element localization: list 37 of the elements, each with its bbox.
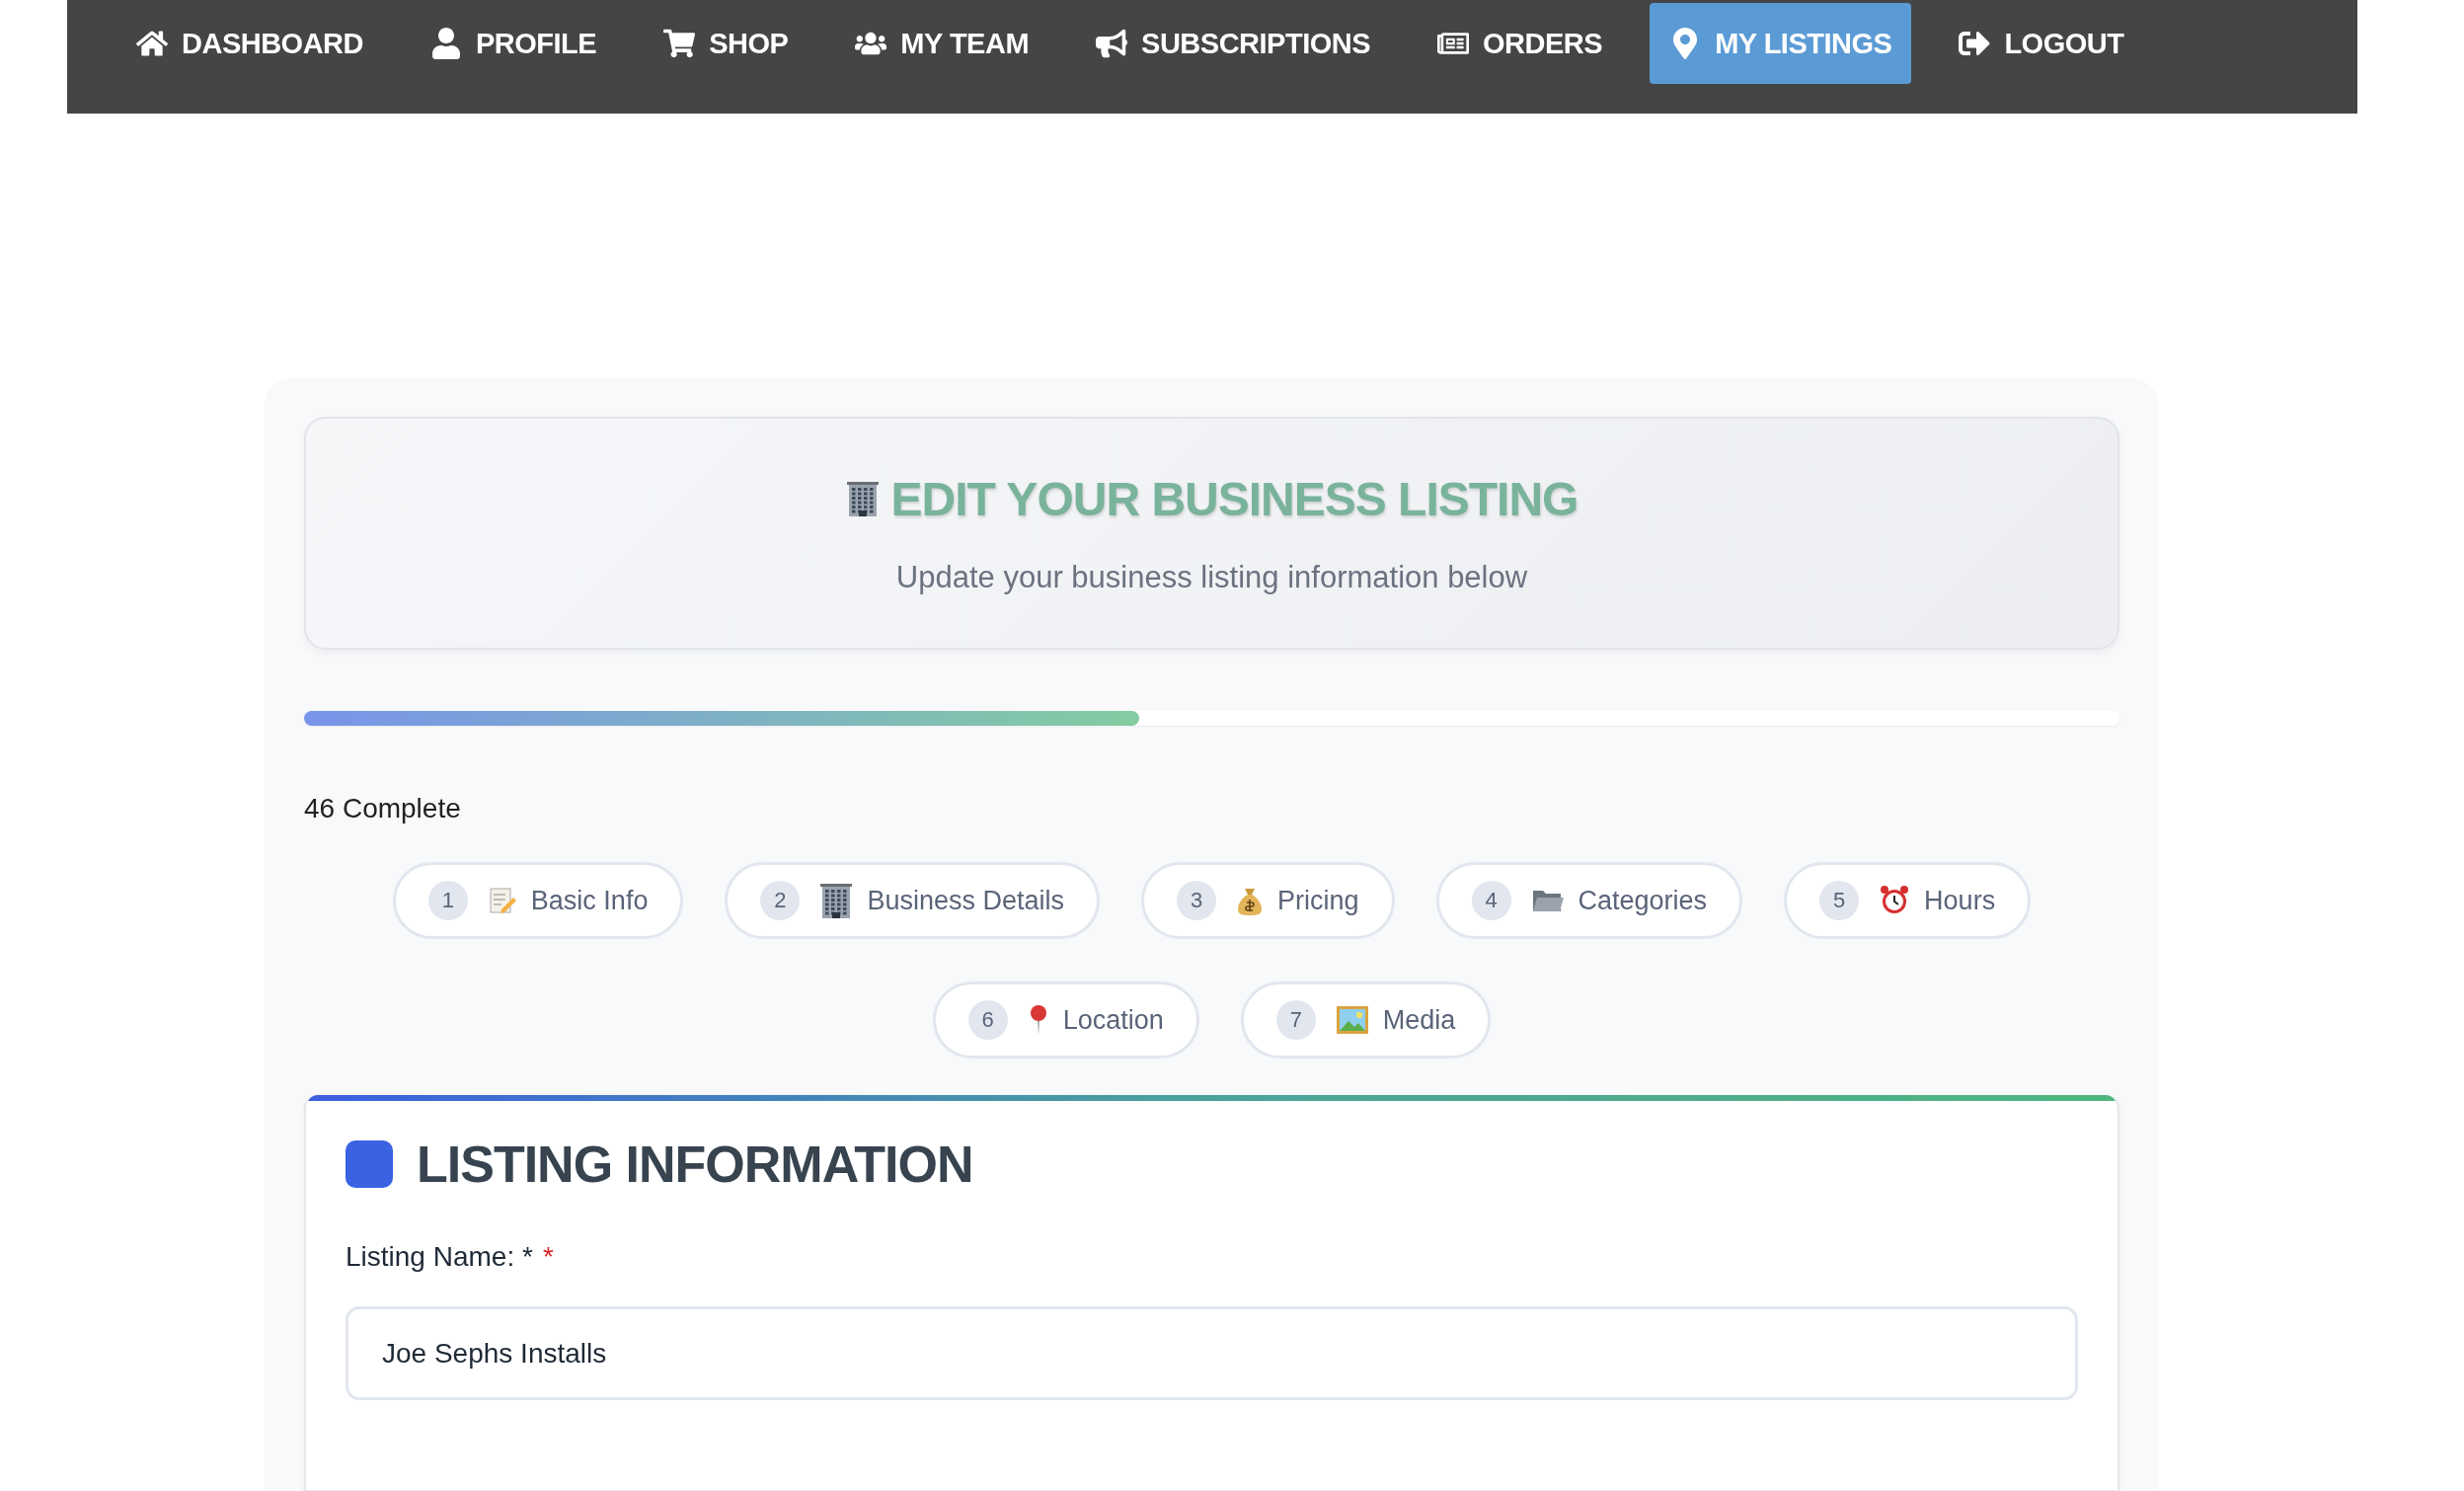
listing-name-field[interactable]: Joe Sephs Installs [346,1306,2078,1400]
step-tab[interactable]: 6 Location [932,981,1199,1059]
cart-icon [663,28,696,59]
step-tab[interactable]: 7 Media [1240,981,1492,1059]
nav-tab[interactable]: DASHBOARD [116,3,383,84]
step-number: 6 [967,1000,1008,1040]
step-number: 5 [1819,881,1860,920]
nav-tab[interactable]: PROFILE [411,3,617,84]
framed-picture-icon [1335,1005,1369,1035]
nav-tab[interactable]: SUBSCRIPTIONS [1076,3,1391,84]
required-mark: * [542,1241,554,1272]
step-tab[interactable]: 1 Basic Info [392,862,684,939]
alarm-clock-icon [1879,885,1911,916]
progress-label: 46 Complete [304,793,462,824]
step-number: 4 [1471,881,1511,920]
nav-tab[interactable]: MY TEAM [835,3,1049,84]
memo-pencil-icon [487,886,517,915]
square-icon [346,1140,393,1188]
step-number: 2 [760,881,801,920]
section-title: LISTING INFORMATION [417,1135,973,1194]
nav-tab[interactable]: ORDERS [1418,3,1623,84]
step-number: 7 [1275,1000,1316,1040]
building-icon [819,882,854,919]
field-label: Listing Name: * [346,1241,533,1272]
step-tab[interactable]: 5 Hours [1784,862,2032,939]
nav-tab[interactable]: LOGOUT [1939,3,2144,84]
page-title: EDIT YOUR BUSINESS LISTING [890,471,1578,526]
step-tab[interactable]: 4 Categories [1435,862,1743,939]
nav-tab[interactable]: SHOP [644,3,808,84]
building-icon [845,480,880,517]
step-number: 3 [1177,881,1216,920]
page-subtitle: Update your business listing information below [895,559,1528,595]
step-number: 1 [427,881,468,920]
user-icon [430,28,462,59]
step-tab[interactable]: 3 Pricing [1141,862,1395,939]
megaphone-icon [1096,28,1128,59]
step-tab[interactable]: 2 Business Details [725,862,1100,939]
